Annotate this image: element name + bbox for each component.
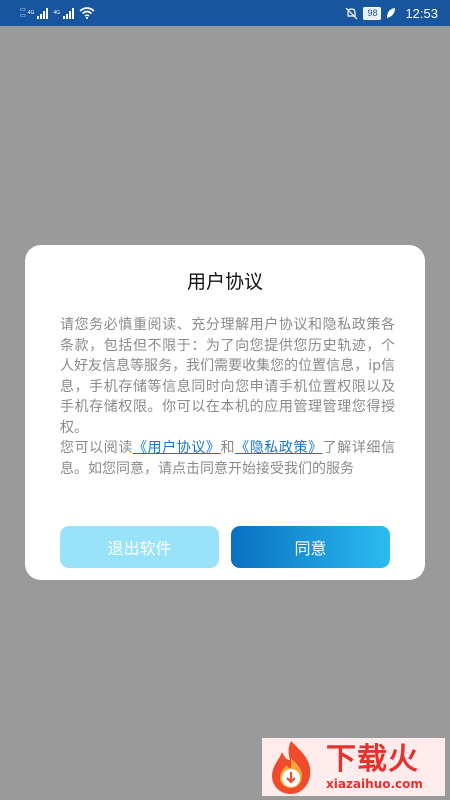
user-agreement-dialog: 用户协议 请您务必慎重阅读、充分理解用户协议和隐私政策各条款，包括但不限于：为了… bbox=[25, 245, 425, 580]
watermark: 下载火 xiazaihuo.com bbox=[262, 738, 445, 796]
connector-text: 和 bbox=[220, 440, 236, 456]
agreement-links-paragraph: 您可以阅读《用户协议》和《隐私政策》了解详细信息。如您同意，请点击同意开始接受我… bbox=[60, 438, 395, 479]
mute-icon bbox=[346, 7, 358, 19]
network-type-label: 4G bbox=[53, 10, 61, 16]
dialog-title: 用户协议 bbox=[186, 271, 263, 293]
status-bar: ▭ ▭ 4G 4G 98 12:53 bbox=[0, 0, 450, 26]
watermark-brand: 下载火 bbox=[326, 742, 419, 777]
battery-level: 98 bbox=[367, 7, 378, 18]
dialog-body: 请您务必慎重阅读、充分理解用户协议和隐私政策各条款，包括但不限于：为了向您提供您… bbox=[60, 315, 395, 479]
read-prefix: 您可以阅读 bbox=[60, 440, 133, 456]
watermark-url: xiazaihuo.com bbox=[326, 777, 423, 791]
privacy-policy-link[interactable]: 《隐私政策》 bbox=[235, 440, 323, 456]
flame-logo-icon bbox=[272, 741, 311, 794]
sim2-signal-icon: 4G bbox=[53, 7, 75, 19]
agreement-paragraph: 请您务必慎重阅读、充分理解用户协议和隐私政策各条款，包括但不限于：为了向您提供您… bbox=[60, 317, 395, 436]
sim1-signal-icon: ▭ ▭ 4G bbox=[20, 7, 49, 19]
battery-icon: 98 bbox=[363, 6, 382, 20]
exit-app-button[interactable]: 退出软件 bbox=[60, 526, 219, 568]
agree-button[interactable]: 同意 bbox=[231, 526, 390, 568]
leaf-icon bbox=[387, 8, 396, 18]
user-agreement-link[interactable]: 《用户协议》 bbox=[133, 440, 221, 456]
status-bar-right: 98 12:53 bbox=[345, 6, 438, 21]
network-type-label: 4G bbox=[27, 10, 35, 16]
status-bar-left: ▭ ▭ 4G 4G bbox=[20, 7, 95, 19]
clock: 12:53 bbox=[405, 5, 438, 21]
wifi-icon bbox=[79, 7, 95, 19]
